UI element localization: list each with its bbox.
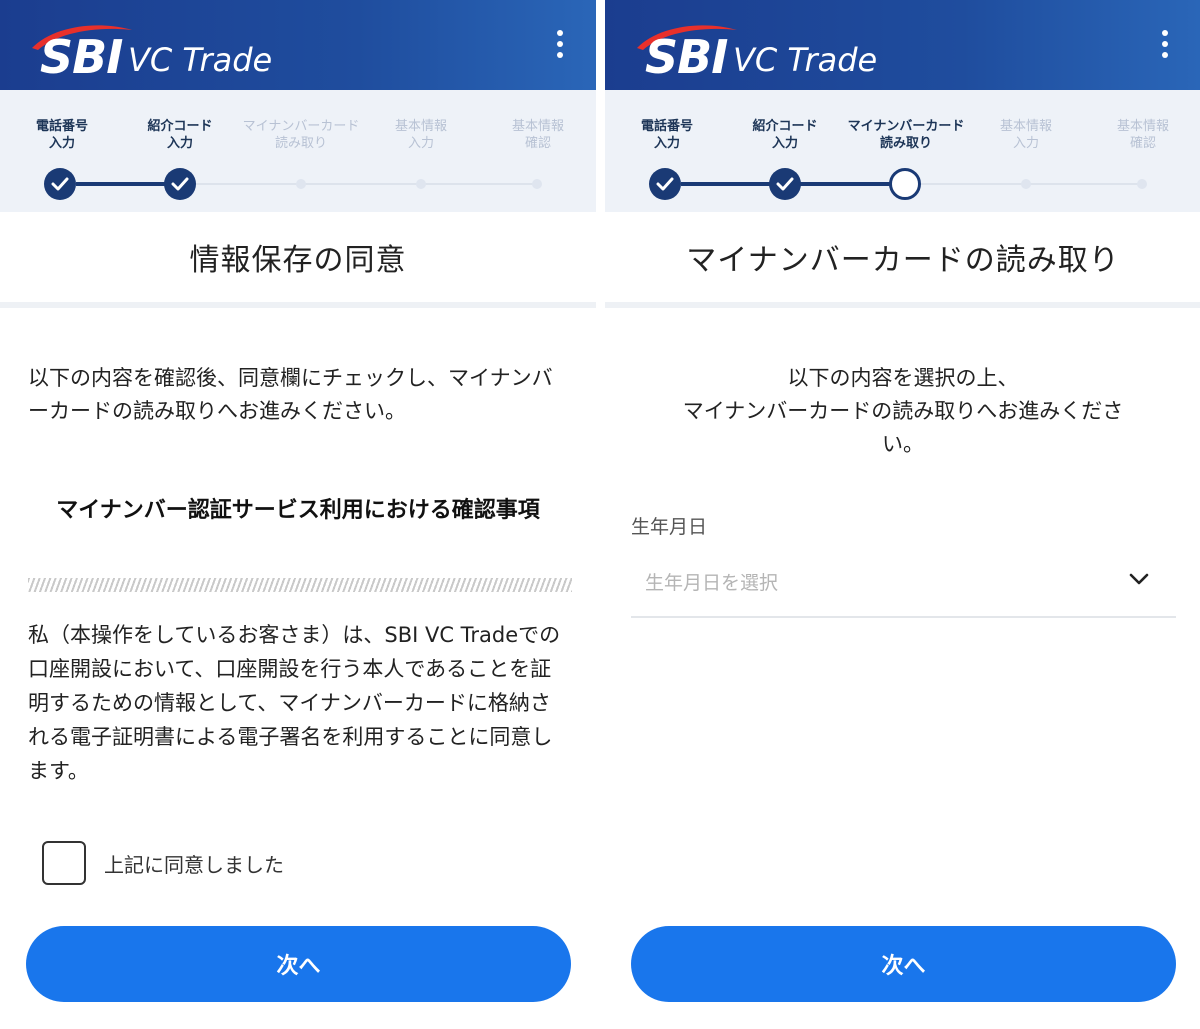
birthdate-label: 生年月日: [631, 516, 708, 538]
step-connector: [76, 182, 166, 186]
page-title-bar: 情報保存の同意: [0, 212, 596, 308]
app-header: SBI VC Trade: [605, 0, 1200, 90]
mynumber-read-screen: SBI VC Trade 電話番号 入力 紹介コード 入力 マイナンバーカード …: [605, 0, 1200, 1029]
birthdate-select[interactable]: 生年月日を選択: [631, 556, 1176, 618]
step-label-phone: 電話番号 入力: [35, 119, 88, 151]
step-pending-dot: [296, 179, 306, 189]
step-label-referral: 紹介コード 入力: [752, 119, 818, 151]
step-done-check-icon: [769, 168, 801, 200]
intro-line: い。: [882, 432, 924, 456]
logo-sbi-text: SBI: [40, 30, 123, 84]
sbi-vc-trade-logo: SBI VC Trade: [28, 18, 348, 82]
section-divider: [28, 578, 572, 592]
app-header: SBI VC Trade: [0, 0, 596, 90]
step-done-check-icon: [649, 168, 681, 200]
step-label-basic-confirm: 基本情報 確認: [1116, 119, 1169, 151]
step-current-circle-icon: [889, 168, 921, 200]
step-label-mynumber: マイナンバーカード 読み取り: [242, 119, 360, 151]
step-pending-dot: [1021, 179, 1031, 189]
page-title-bar: マイナンバーカードの読み取り: [605, 212, 1200, 308]
intro-text: 以下の内容を選択の上、 マイナンバーカードの読み取りへお進みくださ い。: [635, 362, 1171, 461]
consent-screen: SBI VC Trade 電話番号 入力 紹介コード 入力 マイナンバーカード …: [0, 0, 596, 1029]
intro-line: マイナンバーカードの読み取りへお進みくださ: [682, 399, 1124, 423]
logo-sbi-text: SBI: [645, 30, 728, 84]
progress-stepper: 電話番号 入力 紹介コード 入力 マイナンバーカード 読み取り 基本情報 入力 …: [0, 90, 596, 212]
panel-gap: [596, 0, 605, 1029]
more-menu-icon[interactable]: [554, 30, 566, 60]
step-pending-dot: [1137, 179, 1147, 189]
chevron-down-icon[interactable]: [1128, 572, 1150, 586]
step-label-basic-input: 基本情報 入力: [999, 119, 1052, 151]
agree-checkbox-label[interactable]: 上記に同意しました: [104, 849, 284, 878]
step-connector-pending: [196, 183, 536, 185]
agree-checkbox[interactable]: [42, 841, 86, 885]
next-button[interactable]: 次へ: [631, 926, 1176, 1002]
step-done-check-icon: [164, 168, 196, 200]
consent-heading: マイナンバー認証サービス利用における確認事項: [56, 498, 540, 523]
intro-text: 以下の内容を確認後、同意欄にチェックし、マイナンバーカードの読み取りへお進みくだ…: [28, 366, 553, 423]
more-menu-icon[interactable]: [1159, 30, 1171, 60]
step-pending-dot: [416, 179, 426, 189]
page-title: マイナンバーカードの読み取り: [686, 243, 1120, 278]
agree-checkbox-row[interactable]: 上記に同意しました: [42, 840, 284, 886]
logo-vc-trade-text: VC Trade: [733, 41, 878, 79]
step-label-mynumber: マイナンバーカード 読み取り: [847, 119, 965, 151]
sbi-vc-trade-logo: SBI VC Trade: [633, 18, 953, 82]
intro-line: 以下の内容を選択の上、: [787, 366, 1019, 390]
screenshot-canvas: SBI VC Trade 電話番号 入力 紹介コード 入力 マイナンバーカード …: [0, 0, 1200, 1029]
step-connector-pending: [921, 183, 1141, 185]
step-label-referral: 紹介コード 入力: [147, 119, 213, 151]
step-done-check-icon: [44, 168, 76, 200]
page-title: 情報保存の同意: [189, 243, 407, 278]
next-button[interactable]: 次へ: [26, 926, 571, 1002]
birthdate-placeholder: 生年月日を選択: [645, 572, 779, 594]
step-label-basic-input: 基本情報 入力: [394, 119, 447, 151]
logo-vc-trade-text: VC Trade: [128, 41, 273, 79]
progress-stepper: 電話番号 入力 紹介コード 入力 マイナンバーカード 読み取り 基本情報 入力 …: [605, 90, 1200, 212]
consent-body-text: 私（本操作をしているお客さま）は、SBI VC Tradeでの口座開設において、…: [28, 623, 561, 783]
step-label-basic-confirm: 基本情報 確認: [511, 119, 564, 151]
step-pending-dot: [532, 179, 542, 189]
step-label-phone: 電話番号 入力: [640, 119, 693, 151]
